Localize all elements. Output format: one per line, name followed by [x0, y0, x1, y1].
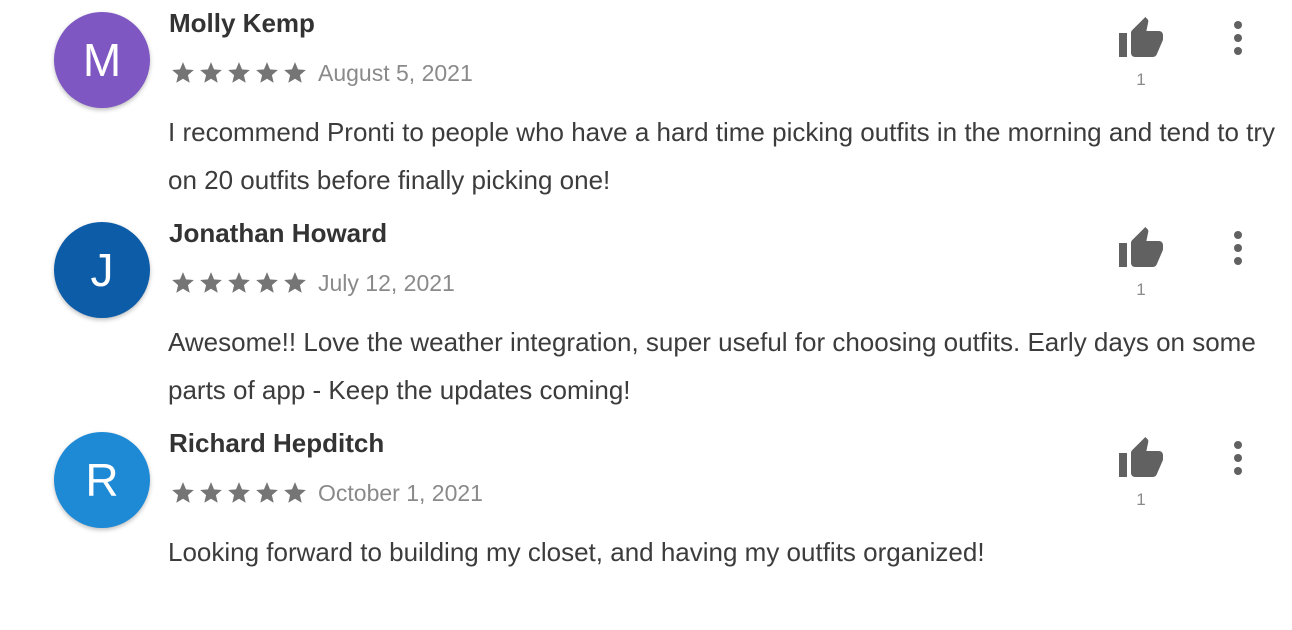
more-vert-icon: [1234, 21, 1242, 55]
avatar: J: [54, 222, 150, 318]
thumb-up-icon: [1119, 17, 1163, 57]
helpful-count: 1: [1136, 70, 1146, 89]
review-card: M Molly Kemp August 5, 2021 I recommend …: [0, 0, 1292, 210]
more-options-button[interactable]: [1218, 16, 1258, 60]
helpful-count: 1: [1136, 280, 1146, 299]
star-rating: [170, 270, 308, 296]
thumb-up-icon: [1119, 227, 1163, 267]
star-icon: [228, 482, 250, 503]
star-icon: [256, 482, 278, 503]
rating-row: July 12, 2021: [170, 268, 455, 298]
review-date: October 1, 2021: [318, 479, 483, 506]
review-text: Awesome!! Love the weather integration, …: [168, 327, 1256, 405]
review-date: July 12, 2021: [318, 269, 455, 296]
star-icon: [256, 272, 278, 293]
helpful-button[interactable]: [1112, 14, 1170, 64]
review-card: J Jonathan Howard July 12, 2021 Awesome!…: [0, 210, 1292, 420]
more-options-button[interactable]: [1218, 226, 1258, 270]
avatar: M: [54, 12, 150, 108]
star-rating: [170, 60, 308, 86]
star-icon: [256, 62, 278, 83]
helpful-button[interactable]: [1112, 434, 1170, 484]
review-text: Looking forward to building my closet, a…: [168, 537, 985, 567]
star-rating: [170, 480, 308, 506]
reviewer-name: Richard Hepditch: [169, 428, 385, 458]
star-icon: [228, 62, 250, 83]
rating-row: August 5, 2021: [170, 58, 473, 88]
star-icon: [284, 272, 306, 293]
review-card: R Richard Hepditch October 1, 2021 Looki…: [0, 420, 1292, 630]
more-vert-icon: [1234, 441, 1242, 475]
helpful-button[interactable]: [1112, 224, 1170, 274]
avatar: R: [54, 432, 150, 528]
star-icon: [228, 272, 250, 293]
thumb-up-icon: [1119, 437, 1163, 477]
star-icon: [200, 482, 222, 503]
review-date: August 5, 2021: [318, 59, 473, 86]
star-icon: [200, 272, 222, 293]
star-icon: [172, 62, 194, 83]
rating-row: October 1, 2021: [170, 478, 483, 508]
reviewer-name: Molly Kemp: [169, 8, 315, 38]
star-icon: [284, 62, 306, 83]
helpful-count: 1: [1136, 490, 1146, 509]
reviewer-name: Jonathan Howard: [169, 218, 388, 248]
review-text: I recommend Pronti to people who have a …: [168, 117, 1276, 195]
more-vert-icon: [1234, 231, 1242, 265]
star-icon: [172, 272, 194, 293]
star-icon: [284, 482, 306, 503]
more-options-button[interactable]: [1218, 436, 1258, 480]
star-icon: [200, 62, 222, 83]
star-icon: [172, 482, 194, 503]
